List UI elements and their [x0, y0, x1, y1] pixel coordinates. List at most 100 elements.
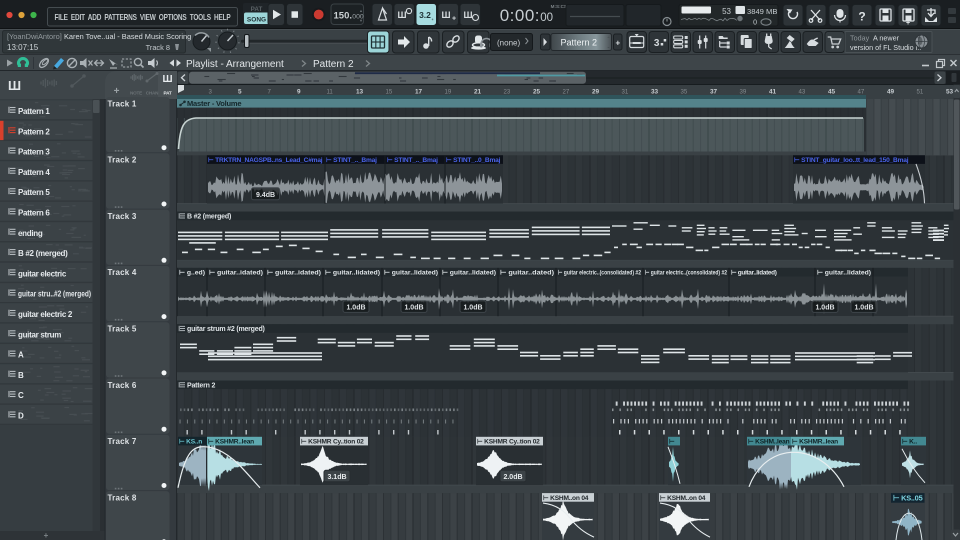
- svg-text:FILE EDIT ADD PATTERNS VIE: FILE EDIT ADD PATTERNS VIEW OPTIONS TOOL…: [55, 12, 232, 22]
- svg-text:53: 53: [946, 89, 954, 96]
- svg-text:⊢ STINT_guitar_loo..tt_lead_15: ⊢ STINT_guitar_loo..tt_lead_150_Bmaj: [794, 156, 909, 164]
- svg-text:guitar strum #2 (merged): guitar strum #2 (merged): [187, 326, 265, 333]
- svg-text:1.0dB: 1.0dB: [346, 304, 365, 311]
- svg-text:1.0dB: 1.0dB: [854, 304, 873, 311]
- svg-text:?: ?: [858, 10, 865, 24]
- svg-text:0: 0: [753, 20, 757, 27]
- svg-text:39: 39: [740, 89, 747, 96]
- svg-text:version of FL Studio i..: version of FL Studio i..: [850, 43, 921, 52]
- svg-text:Track 2: Track 2: [108, 156, 137, 165]
- svg-text:PAT: PAT: [251, 6, 263, 13]
- svg-text:Pattern 4: Pattern 4: [18, 168, 50, 177]
- svg-text:Pattern 3: Pattern 3: [18, 148, 50, 157]
- svg-text:9.4dB: 9.4dB: [256, 192, 275, 199]
- svg-text:Pattern 2: Pattern 2: [18, 127, 50, 136]
- svg-text:⊢ KSHMR..lean: ⊢ KSHMR..lean: [792, 438, 838, 446]
- svg-text:+: +: [452, 16, 456, 23]
- svg-text:M:S:CS: M:S:CS: [551, 4, 567, 9]
- svg-text:Today: Today: [850, 34, 870, 43]
- svg-text:B: B: [18, 371, 24, 380]
- svg-text:00: 00: [540, 12, 553, 24]
- svg-text:Pattern 2: Pattern 2: [313, 59, 354, 70]
- svg-text:⊢ KSHM..on 04: ⊢ KSHM..on 04: [660, 494, 706, 502]
- svg-text:2.0dB: 2.0dB: [503, 474, 522, 481]
- svg-text:47: 47: [858, 89, 865, 96]
- svg-text:⌄: ⌄: [607, 44, 611, 49]
- svg-text:51: 51: [917, 89, 924, 96]
- svg-text:⊢ guitar..idated): ⊢ guitar..idated): [267, 269, 321, 277]
- svg-text:⊢ guitar..lidated): ⊢ guitar..lidated): [384, 269, 438, 277]
- svg-text:[YoanDwiAntoro]: [YoanDwiAntoro]: [7, 32, 62, 41]
- svg-text:19: 19: [445, 89, 452, 96]
- svg-text:⊢ KSHMR Cy..tion 02: ⊢ KSHMR Cy..tion 02: [301, 438, 364, 446]
- svg-text:⊢ KSHM..on 04: ⊢ KSHM..on 04: [543, 494, 589, 502]
- svg-text:D: D: [18, 412, 24, 421]
- svg-text:⊢ guitar..idated): ⊢ guitar..idated): [209, 269, 263, 277]
- svg-text:Track 8: Track 8: [108, 493, 137, 502]
- svg-text:Track 6: Track 6: [108, 381, 137, 390]
- svg-text:Ш: Ш: [441, 10, 450, 20]
- svg-text:guitar electric: guitar electric: [18, 269, 67, 278]
- svg-text:43: 43: [799, 89, 806, 96]
- svg-text:3: 3: [654, 38, 660, 49]
- svg-text:13: 13: [356, 89, 364, 96]
- svg-text:⌃: ⌃: [607, 36, 611, 41]
- svg-text:1.0dB: 1.0dB: [404, 304, 423, 311]
- svg-text:Pattern 6: Pattern 6: [18, 209, 50, 218]
- svg-text:Karen Tove..ual - Based Music: Karen Tove..ual - Based Music Scoring: [64, 32, 191, 41]
- svg-text:⊢: ⊢: [669, 438, 675, 446]
- svg-text:3.1dB: 3.1dB: [327, 474, 346, 481]
- svg-text:150.: 150.: [334, 10, 353, 21]
- svg-text:B #2 (merged): B #2 (merged): [18, 249, 68, 258]
- svg-text:A: A: [18, 351, 24, 360]
- svg-text:⊢ KSHM..lean: ⊢ KSHM..lean: [748, 438, 790, 446]
- svg-text:C: C: [18, 391, 24, 400]
- svg-text:Pattern 1: Pattern 1: [18, 107, 50, 116]
- svg-text:⊢ KS..05: ⊢ KS..05: [893, 494, 923, 503]
- svg-text:41: 41: [769, 89, 777, 96]
- svg-text:Ш: Ш: [463, 10, 472, 20]
- svg-text:⊢ KSHMR Cy..tion 02: ⊢ KSHMR Cy..tion 02: [477, 438, 540, 446]
- svg-text:⊢ guitar..dated): ⊢ guitar..dated): [500, 269, 554, 277]
- svg-text:⊢ guitar..lidated): ⊢ guitar..lidated): [731, 269, 777, 277]
- svg-text:5: 5: [238, 89, 242, 96]
- svg-text:⊢ g..ed): ⊢ g..ed): [179, 269, 205, 277]
- svg-text:Pattern 2: Pattern 2: [187, 382, 215, 389]
- svg-text:11: 11: [327, 89, 334, 96]
- svg-text:45: 45: [828, 89, 836, 96]
- svg-text:ending: ending: [18, 229, 43, 238]
- svg-text:Track 7: Track 7: [108, 437, 137, 446]
- svg-text:Ш: Ш: [162, 74, 172, 85]
- svg-text:53: 53: [722, 7, 731, 16]
- svg-text:3849 MB: 3849 MB: [747, 7, 777, 16]
- svg-text:1.0dB: 1.0dB: [463, 304, 482, 311]
- svg-text:⊢ KS..n: ⊢ KS..n: [179, 438, 202, 446]
- svg-text:9: 9: [297, 89, 301, 96]
- svg-text:⊢ KSHMR..lean: ⊢ KSHMR..lean: [208, 438, 254, 446]
- svg-text:15: 15: [386, 89, 393, 96]
- svg-text:+: +: [906, 20, 910, 27]
- svg-text:13:07:15: 13:07:15: [7, 43, 39, 52]
- svg-text:31: 31: [622, 89, 629, 96]
- svg-text:37: 37: [710, 89, 718, 96]
- svg-text:29: 29: [592, 89, 600, 96]
- svg-text:49: 49: [887, 89, 895, 96]
- svg-text:guitar strum: guitar strum: [18, 330, 61, 339]
- svg-text:⊢ K..: ⊢ K..: [902, 438, 917, 446]
- svg-text:A newer: A newer: [873, 34, 900, 43]
- svg-text:⊢ guitar..lidated): ⊢ guitar..lidated): [325, 269, 380, 277]
- svg-text:Ш: Ш: [8, 78, 21, 93]
- svg-text:Track 3: Track 3: [108, 212, 137, 221]
- svg-text:Track 4: Track 4: [108, 268, 137, 277]
- svg-text:guitar stru..#2 (merged): guitar stru..#2 (merged): [18, 290, 91, 299]
- svg-text:⊢ guitar..lidated): ⊢ guitar..lidated): [817, 269, 871, 277]
- svg-text:B #2 (merged): B #2 (merged): [187, 213, 231, 220]
- svg-text:1.0dB: 1.0dB: [815, 304, 834, 311]
- svg-text:PAT: PAT: [164, 91, 172, 96]
- svg-text:+: +: [44, 531, 49, 540]
- svg-text:₄: ₄: [431, 16, 433, 22]
- svg-text:0:00:: 0:00:: [500, 6, 540, 25]
- svg-text:3.2: 3.2: [419, 10, 431, 20]
- svg-text:21: 21: [474, 89, 482, 96]
- svg-text:35: 35: [681, 89, 688, 96]
